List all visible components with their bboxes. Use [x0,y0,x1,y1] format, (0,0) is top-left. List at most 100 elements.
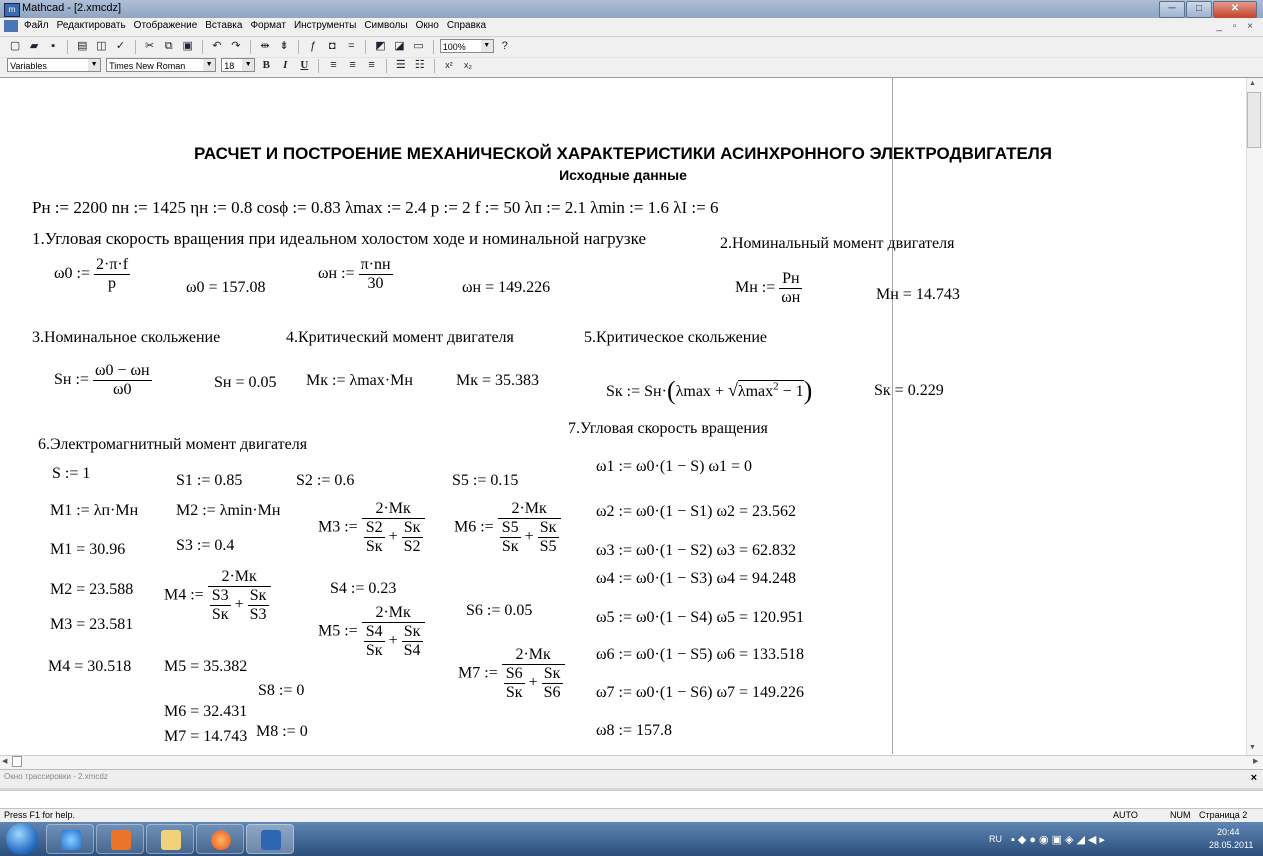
document-icon[interactable] [4,20,18,32]
omega3-definition[interactable]: ω3 := ω0·(1 − S2) ω3 = 62.832 [596,542,796,560]
copy-icon[interactable]: ⧉ [162,39,176,53]
section-heading[interactable]: 6.Электромагнитный момент двигателя [38,436,307,454]
align-left-icon[interactable]: ≡ [327,58,341,72]
scroll-right-icon[interactable]: ▶ [1253,757,1258,765]
maximize-button[interactable]: □ [1186,1,1212,18]
sn-definition[interactable]: Sн := ω0 − ωн ω0 [54,362,152,399]
start-button[interactable] [2,822,42,856]
m4-definition[interactable]: M4 := 2·Mк S3 Sк + Sк S3 [164,568,271,624]
paste-icon[interactable]: ▣ [181,39,195,53]
calculate-icon[interactable]: = [344,39,358,53]
m8-definition[interactable]: M8 := 0 [256,723,308,741]
scroll-left-icon[interactable]: ◀ [2,757,7,765]
omega0-definition[interactable]: ω0 := 2·π·f p [54,256,131,293]
trace-window[interactable]: Окно трассировки - 2.xmcdz × [0,769,1263,791]
open-folder-icon[interactable]: ▰ [27,39,41,53]
font-select[interactable]: Times New Roman ▼ [106,58,217,72]
taskbar-explorer[interactable] [146,824,194,854]
align-right-icon[interactable]: ≡ [365,58,379,72]
sk-definition[interactable]: Sк := Sн·(λmax + √λmax2 − 1) [606,376,812,406]
s1-definition[interactable]: S1 := 0.85 [176,472,242,490]
clock-date[interactable]: 28.05.2011 [1209,840,1253,850]
clock-time[interactable]: 20:44 [1217,827,1240,837]
menu-item[interactable]: Символы [360,18,411,31]
help-icon[interactable]: ? [498,39,512,53]
insert-region-icon[interactable]: ▭ [412,39,426,53]
sk-result[interactable]: Sк = 0.229 [874,382,944,400]
input-parameters[interactable]: Pн := 2200 nн := 1425 ηн := 0.8 cosϕ := … [32,198,718,218]
bullets-icon[interactable]: ☰ [394,58,408,72]
omega8-definition[interactable]: ω8 := 157.8 [596,722,672,740]
taskbar-ie[interactable] [46,824,94,854]
save-icon[interactable]: ▪ [46,39,60,53]
underline-button[interactable]: U [297,58,311,72]
m1-definition[interactable]: M1 := λп·Mн [50,502,138,520]
trace-output[interactable] [0,790,1263,809]
scroll-down-icon[interactable]: ▼ [1249,744,1256,751]
subscript-button[interactable]: x₂ [461,58,475,72]
mk-definition[interactable]: Mк := λmax·Mн [306,372,413,390]
taskbar-outlook[interactable] [96,824,144,854]
m1-result[interactable]: M1 = 30.96 [50,541,125,559]
taskbar-mathcad[interactable] [246,824,294,854]
align-down-icon[interactable]: ⇟ [277,39,291,53]
m2-result[interactable]: M2 = 23.588 [50,581,133,599]
section-heading[interactable]: 4.Критический момент двигателя [286,329,514,347]
horizontal-scrollbar[interactable] [0,755,1263,770]
align-center-icon[interactable]: ≡ [346,58,360,72]
m3-definition[interactable]: M3 := 2·Mк S2 Sк + Sк S2 [318,500,425,556]
language-indicator[interactable]: RU [989,834,1002,844]
s5-definition[interactable]: S5 := 0.15 [452,472,518,490]
m4-result[interactable]: M4 = 30.518 [48,658,131,676]
omega6-definition[interactable]: ω6 := ω0·(1 − S5) ω6 = 133.518 [596,646,804,664]
s4-definition[interactable]: S4 := 0.23 [330,580,396,598]
m2-definition[interactable]: M2 := λmin·Mн [176,502,280,520]
print-preview-icon[interactable]: ◫ [94,39,108,53]
trace-close-button[interactable]: × [1251,772,1257,784]
zoom-select[interactable]: 100% ▼ [439,39,494,53]
horizontal-scroll-thumb[interactable] [12,756,22,767]
s3-definition[interactable]: S3 := 0.4 [176,537,234,555]
scroll-up-icon[interactable]: ▲ [1249,80,1256,87]
insert-graph-icon[interactable]: ◩ [373,39,387,53]
vertical-scrollbar[interactable] [1246,78,1263,755]
insert-function-icon[interactable]: ƒ [306,39,320,53]
minimize-button[interactable]: ─ [1159,1,1185,18]
s2-definition[interactable]: S2 := 0.6 [296,472,354,490]
section-heading[interactable]: 7.Угловая скорость вращения [568,420,768,438]
menu-item[interactable]: Справка [443,18,490,31]
m7-result[interactable]: M7 = 14.743 [164,728,247,746]
align-across-icon[interactable]: ⇹ [258,39,272,53]
taskbar-app[interactable] [196,824,244,854]
redo-icon[interactable]: ↷ [229,39,243,53]
insert-unit-icon[interactable]: ◘ [325,39,339,53]
menu-item[interactable]: Формат [246,18,290,31]
mdi-controls[interactable]: _ ▫ × [1216,21,1257,32]
cut-icon[interactable]: ✂ [143,39,157,53]
s8-definition[interactable]: S8 := 0 [258,682,304,700]
new-document-icon[interactable]: ▢ [8,39,22,53]
menu-item[interactable]: Редактировать [53,18,130,31]
omega2-definition[interactable]: ω2 := ω0·(1 − S1) ω2 = 23.562 [596,503,796,521]
menu-item[interactable]: Инструменты [290,18,360,31]
omega7-definition[interactable]: ω7 := ω0·(1 − S6) ω7 = 149.226 [596,684,804,702]
insert-component-icon[interactable]: ◪ [393,39,407,53]
print-icon[interactable]: ▤ [75,39,89,53]
tray-icons[interactable]: ▪◆●◉▣◈◢◀▸ [1011,833,1108,846]
s-definition[interactable]: S := 1 [52,465,90,483]
m3-result[interactable]: M3 = 23.581 [50,616,133,634]
vertical-scroll-thumb[interactable] [1247,92,1261,148]
m5-result[interactable]: M5 = 35.382 [164,658,247,676]
menu-item[interactable]: Файл [20,18,53,31]
document-subtitle[interactable]: Исходные данные [0,167,1246,183]
omega-n-result[interactable]: ωн = 149.226 [462,279,550,297]
italic-button[interactable]: I [278,58,292,72]
omega-n-definition[interactable]: ωн := π·nн 30 [318,256,393,293]
s6-definition[interactable]: S6 := 0.05 [466,602,532,620]
superscript-button[interactable]: x² [442,58,456,72]
section-heading[interactable]: 1.Угловая скорость вращения при идеально… [32,229,646,249]
style-select[interactable]: Variables ▼ [7,58,102,72]
m6-result[interactable]: M6 = 32.431 [164,703,247,721]
mn-definition[interactable]: Mн := Pн ωн [735,270,803,307]
m6-definition[interactable]: M6 := 2·Mк S5 Sк + Sк S5 [454,500,561,556]
